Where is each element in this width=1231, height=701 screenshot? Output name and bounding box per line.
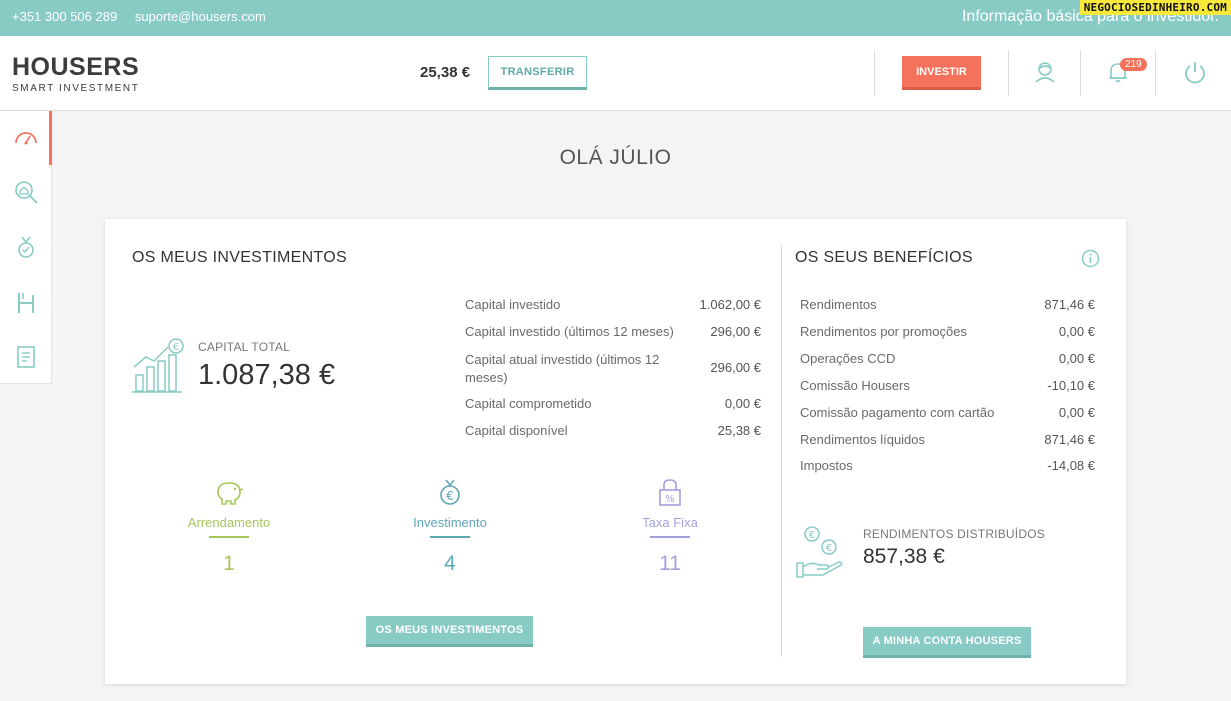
svg-text:%: % bbox=[665, 494, 675, 505]
power-icon[interactable] bbox=[1183, 60, 1207, 86]
support-email[interactable]: suporte@housers.com bbox=[135, 9, 266, 24]
row-value: 0,00 € bbox=[724, 396, 761, 411]
housers-h-icon[interactable] bbox=[13, 290, 39, 316]
my-housers-account-button[interactable]: A MINHA CONTA HOUSERS bbox=[863, 627, 1031, 658]
phone-number[interactable]: +351 300 506 289 bbox=[12, 9, 117, 24]
header-divider bbox=[1008, 50, 1009, 96]
search-house-icon[interactable] bbox=[13, 179, 39, 205]
logo-brand: HOUSERS bbox=[12, 53, 140, 81]
header-divider bbox=[1155, 50, 1156, 96]
row-label: Capital investido (últimos 12 meses) bbox=[465, 324, 674, 339]
hand-coins-icon: € € bbox=[796, 526, 843, 578]
category-investimento[interactable]: € Investimento 4 bbox=[390, 478, 510, 576]
category-label: Investimento bbox=[413, 515, 487, 530]
header-divider bbox=[874, 50, 875, 96]
row-label: Rendimentos bbox=[800, 297, 877, 312]
housers-logo[interactable]: HOUSERS SMART INVESTMENT bbox=[12, 54, 139, 94]
svg-text:€: € bbox=[446, 489, 454, 503]
logo-tagline: SMART INVESTMENT bbox=[12, 83, 140, 94]
contact-info: +351 300 506 289 suporte@housers.com bbox=[12, 9, 280, 24]
row-label: Rendimentos por promoções bbox=[800, 324, 967, 339]
row-value: 0,00 € bbox=[1058, 405, 1095, 420]
info-icon[interactable] bbox=[1081, 249, 1100, 268]
benefit-row: Comissão pagamento com cartão 0,00 € bbox=[800, 405, 1095, 420]
row-value: 296,00 € bbox=[710, 360, 761, 375]
category-underline bbox=[430, 536, 470, 538]
svg-text:€: € bbox=[809, 530, 815, 541]
row-label: Comissão pagamento com cartão bbox=[800, 405, 995, 420]
growth-chart-icon: € bbox=[132, 338, 184, 393]
svg-text:€: € bbox=[826, 543, 832, 554]
category-underline bbox=[650, 536, 690, 538]
investment-row: Capital atual investido (últimos 12 mese… bbox=[465, 351, 761, 387]
row-value: 871,46 € bbox=[1044, 297, 1095, 312]
row-label: Capital atual investido (últimos 12 mese… bbox=[465, 352, 660, 385]
section-divider bbox=[781, 245, 782, 657]
capital-total-value: 1.087,38 € bbox=[198, 359, 336, 391]
benefit-row: Rendimentos 871,46 € bbox=[800, 297, 1095, 312]
page-title: OLÁ JÚLIO bbox=[559, 146, 672, 169]
category-label: Arrendamento bbox=[187, 515, 271, 530]
top-bar: +351 300 506 289 suporte@housers.com Inf… bbox=[0, 0, 1231, 36]
row-value: -10,10 € bbox=[1047, 378, 1095, 393]
invest-button[interactable]: INVESTIR bbox=[902, 56, 981, 90]
category-taxa-fixa[interactable]: % Taxa Fixa 11 bbox=[610, 478, 730, 576]
category-count: 1 bbox=[223, 552, 235, 575]
category-underline bbox=[209, 536, 249, 538]
distributed-income-value: 857,38 € bbox=[863, 545, 945, 568]
row-value: 25,38 € bbox=[717, 423, 761, 438]
piggy-bank-icon bbox=[217, 482, 244, 505]
investment-row: Capital investido (últimos 12 meses) 296… bbox=[465, 324, 761, 339]
capital-total-label: CAPITAL TOTAL bbox=[198, 340, 290, 354]
my-investments-button[interactable]: OS MEUS INVESTIMENTOS bbox=[366, 616, 533, 647]
investments-title: OS MEUS INVESTIMENTOS bbox=[132, 249, 347, 266]
category-count: 4 bbox=[444, 552, 456, 575]
row-value: 1.062,00 € bbox=[699, 297, 761, 312]
benefit-row: Operações CCD 0,00 € bbox=[800, 351, 1095, 366]
header-divider bbox=[1080, 50, 1081, 96]
row-label: Operações CCD bbox=[800, 351, 896, 366]
row-value: -14,08 € bbox=[1047, 458, 1095, 473]
benefit-row: Rendimentos líquidos 871,46 € bbox=[800, 432, 1095, 447]
row-label: Impostos bbox=[800, 458, 853, 473]
benefit-row: Comissão Housers -10,10 € bbox=[800, 378, 1095, 393]
watermark: NEGOCIOSEDINHEIRO.COM bbox=[1079, 0, 1231, 15]
row-label: Capital disponível bbox=[465, 423, 568, 438]
document-icon[interactable] bbox=[13, 344, 39, 370]
row-value: 871,46 € bbox=[1044, 432, 1095, 447]
notifications-badge: 219 bbox=[1120, 58, 1147, 71]
row-label: Capital investido bbox=[465, 297, 561, 312]
row-label: Comissão Housers bbox=[800, 378, 910, 393]
transfer-button[interactable]: TRANSFERIR bbox=[488, 56, 587, 90]
row-label: Rendimentos líquidos bbox=[800, 432, 926, 447]
row-value: 0,00 € bbox=[1058, 324, 1095, 339]
investment-row: Capital comprometido 0,00 € bbox=[465, 396, 761, 411]
account-balance: 25,38 € bbox=[420, 64, 471, 81]
category-arrendamento[interactable]: Arrendamento 1 bbox=[169, 478, 289, 576]
percent-lock-icon: % bbox=[659, 479, 681, 506]
category-label: Taxa Fixa bbox=[642, 515, 698, 530]
svg-text:€: € bbox=[173, 342, 179, 353]
medal-icon[interactable] bbox=[13, 234, 39, 260]
euro-medal-icon: € bbox=[440, 479, 460, 505]
category-count: 11 bbox=[659, 552, 681, 575]
benefit-row: Rendimentos por promoções 0,00 € bbox=[800, 324, 1095, 339]
benefit-row: Impostos -14,08 € bbox=[800, 458, 1095, 473]
row-value: 296,00 € bbox=[710, 324, 761, 339]
investment-row: Capital disponível 25,38 € bbox=[465, 423, 761, 438]
row-label: Capital comprometido bbox=[465, 396, 592, 411]
summary-card: OS MEUS INVESTIMENTOS € CAPITAL TOTAL 1.… bbox=[105, 219, 1126, 684]
investment-row: Capital investido 1.062,00 € bbox=[465, 297, 761, 312]
header: HOUSERS SMART INVESTMENT 25,38 € TRANSFE… bbox=[0, 36, 1231, 111]
user-icon[interactable] bbox=[1034, 60, 1056, 84]
distributed-income-label: RENDIMENTOS DISTRIBUÍDOS bbox=[863, 527, 1045, 541]
row-value: 0,00 € bbox=[1058, 351, 1095, 366]
benefits-title: OS SEUS BENEFÍCIOS bbox=[795, 249, 973, 266]
